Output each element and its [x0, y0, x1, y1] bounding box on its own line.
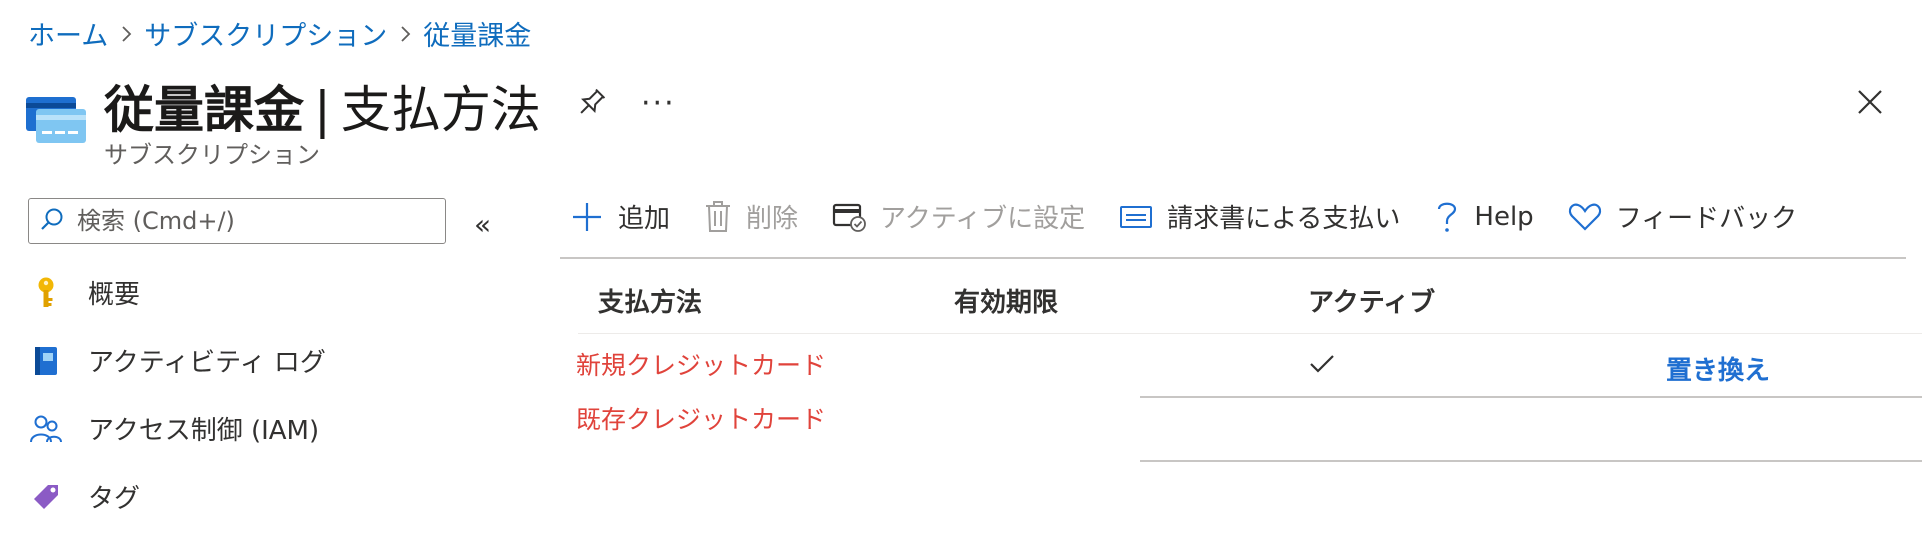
card-check-icon — [832, 201, 866, 233]
command-bar: 追加 削除 アクティブに設定 請求書による支払い Help フィードバック — [570, 198, 1831, 235]
column-header-expiration: 有効期限 — [954, 288, 1059, 318]
breadcrumb-subscriptions[interactable]: サブスクリプション — [144, 14, 387, 53]
pay-by-invoice-label: 請求書による支払い — [1167, 204, 1401, 234]
subscription-card-icon — [26, 95, 86, 149]
search-input[interactable] — [75, 206, 419, 236]
breadcrumb-home[interactable]: ホーム — [28, 14, 108, 53]
set-active-label: アクティブに設定 — [880, 204, 1086, 234]
column-header-payment-method: 支払方法 — [598, 288, 703, 318]
checkmark-icon — [1308, 352, 1336, 380]
breadcrumb: ホーム サブスクリプション 従量課金 — [28, 14, 531, 53]
breadcrumb-pay-as-you-go[interactable]: 従量課金 — [423, 14, 531, 53]
tag-icon — [28, 479, 64, 515]
sidebar-item-tags[interactable]: タグ — [28, 478, 140, 515]
question-mark-icon — [1434, 199, 1460, 235]
search-icon — [39, 206, 65, 236]
invoice-icon — [1119, 204, 1153, 230]
help-button[interactable]: Help — [1434, 199, 1534, 235]
people-icon — [28, 411, 64, 447]
delete-button[interactable]: 削除 — [704, 198, 798, 235]
set-active-button[interactable]: アクティブに設定 — [832, 198, 1085, 235]
feedback-label: フィードバック — [1615, 204, 1798, 234]
replace-button[interactable]: 置き換え — [1666, 350, 1770, 387]
sidebar-item-label: タグ — [88, 484, 141, 514]
sidebar-item-label: アクセス制御 (IAM) — [88, 416, 320, 446]
close-icon[interactable] — [1854, 86, 1886, 122]
plus-icon — [570, 200, 604, 234]
chevron-right-icon — [387, 20, 423, 48]
page-subtitle: サブスクリプション — [104, 141, 320, 169]
chevron-right-icon — [108, 20, 144, 48]
feedback-button[interactable]: フィードバック — [1568, 198, 1797, 235]
sidebar-item-access-control[interactable]: アクセス制御 (IAM) — [28, 410, 319, 447]
search-box[interactable] — [28, 198, 446, 244]
log-book-icon — [28, 343, 64, 379]
trash-icon — [704, 200, 732, 234]
pay-by-invoice-button[interactable]: 請求書による支払い — [1119, 198, 1400, 235]
collapse-sidebar-button[interactable]: « — [474, 208, 491, 241]
more-options-button[interactable]: ··· — [641, 86, 676, 121]
sidebar-item-label: 概要 — [88, 280, 141, 310]
pin-icon[interactable] — [574, 86, 608, 124]
sidebar-item-overview[interactable]: 概要 — [28, 274, 140, 311]
page-title-main: 従量課金 — [104, 81, 304, 139]
delete-label: 削除 — [746, 204, 799, 234]
table-header-divider — [578, 333, 1922, 334]
column-header-active: アクティブ — [1308, 288, 1436, 318]
table-row-divider — [1140, 460, 1922, 462]
sidebar-item-label: アクティビティ ログ — [88, 348, 326, 378]
help-label: Help — [1474, 201, 1534, 232]
page-title: 従量課金 | 支払方法 — [104, 70, 541, 142]
add-label: 追加 — [618, 204, 671, 234]
sidebar-item-activity-log[interactable]: アクティビティ ログ — [28, 342, 326, 379]
key-icon — [28, 275, 64, 311]
page-title-sub: 支払方法 — [340, 81, 541, 139]
toolbar-divider — [560, 257, 1906, 259]
existing-credit-card-link[interactable]: 既存クレジットカード — [576, 400, 826, 436]
add-button[interactable]: 追加 — [570, 198, 670, 235]
new-credit-card-link[interactable]: 新規クレジットカード — [576, 346, 826, 382]
table-row-divider — [1140, 396, 1922, 398]
heart-icon — [1568, 202, 1602, 232]
title-separator: | — [314, 81, 331, 139]
